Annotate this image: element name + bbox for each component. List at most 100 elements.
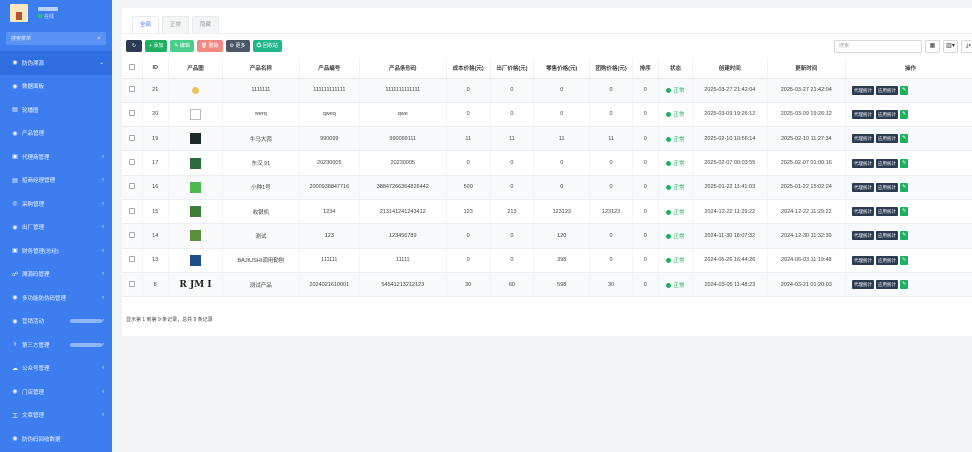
sidebar-item[interactable]: ◉ 出厂管理 ‹	[0, 216, 112, 240]
proxy-stats-button[interactable]: 代理统计	[852, 182, 875, 192]
proxy-stats-button[interactable]: 代理统计	[852, 207, 875, 217]
more-button[interactable]: ⚙ 更多	[225, 40, 250, 52]
menu-icon: ◉	[12, 436, 18, 443]
proxy-stats-button[interactable]: 代理统计	[852, 255, 875, 265]
row-checkbox[interactable]	[128, 110, 135, 117]
cell-created: 2024-11-30 18:07:32	[692, 223, 768, 249]
table-row[interactable]: 8R JM I 测试产品 2024021610001 54541213212123 30…	[122, 272, 972, 298]
row-checkbox[interactable]	[128, 256, 135, 263]
app-stats-button[interactable]: 应用统计	[876, 231, 899, 241]
app-stats-button[interactable]: 应用统计	[876, 182, 899, 192]
sidebar-item[interactable]: ☁ 公众号管理 ‹	[0, 357, 112, 381]
edit-pencil-icon[interactable]: ✎	[900, 231, 909, 241]
sidebar-item[interactable]: ⚕ 第三方管理 ‹	[0, 333, 112, 357]
cell-group: 0	[589, 78, 633, 103]
sidebar-item-label: 出厂管理	[22, 225, 45, 232]
row-checkbox[interactable]	[128, 183, 135, 190]
cell-name: werq	[222, 102, 300, 128]
cell-group: 30	[589, 272, 633, 298]
proxy-stats-button[interactable]: 代理统计	[852, 158, 875, 168]
sidebar-item[interactable]: ◉ 数据面板	[0, 75, 112, 99]
sidebar-item[interactable]: ◉ 产品管理	[0, 122, 112, 146]
refresh-button[interactable]: ↻	[126, 40, 142, 52]
select-all-header[interactable]	[122, 58, 143, 79]
sidebar-item[interactable]: ◉ 营销活动 ‹	[0, 310, 112, 334]
proxy-stats-button[interactable]: 代理统计	[852, 85, 875, 95]
cell-cost: 0	[446, 78, 491, 103]
sidebar-item[interactable]: 工文章管理 ‹	[0, 404, 112, 428]
cell-id: 8	[142, 272, 169, 298]
app-stats-button[interactable]: 应用统计	[876, 109, 899, 119]
row-actions: 代理统计 应用统计 ✎	[846, 255, 972, 265]
table-row[interactable]: 21 1111111 111111111111 1111111111111 0 0 0 0 0 正…	[122, 78, 972, 103]
sidebar-item[interactable]: ◉ 防伪溯源 ⌄	[0, 51, 112, 75]
row-checkbox[interactable]	[128, 207, 135, 214]
table-row[interactable]: 13 BAJIUSHI调用勤刨 111111 11111 0 0 398 0 0 正常 2024-0…	[122, 248, 972, 273]
tab-hidden[interactable]: 隐藏	[192, 16, 220, 33]
edit-pencil-icon[interactable]: ✎	[900, 280, 909, 290]
sidebar-item[interactable]: ☍ 溯源码管理 ‹	[0, 263, 112, 287]
cell-sort: 0	[632, 272, 659, 298]
sidebar-item[interactable]: ◉ 门店管理 ‹	[0, 380, 112, 404]
edit-pencil-icon[interactable]: ✎	[900, 182, 909, 192]
cell-updated: 2025-03-09 19:26:12	[767, 102, 847, 128]
sidebar-menu: ◉ 防伪溯源 ⌄ ◉ 数据面板 ▤ 轮播图 ◉ 产品管理 ▣ 代理商管理 ‹ ▤ 招商经理管理 ‹ ◎ 采购管理…	[0, 51, 112, 451]
edit-pencil-icon[interactable]: ✎	[900, 109, 909, 119]
columns-icon[interactable]: ▥▾	[943, 40, 958, 53]
sidebar-item[interactable]: ◉ 多功能防伪码管理 ‹	[0, 286, 112, 310]
sidebar-item[interactable]: ◉ 防伪码回收数据	[0, 427, 112, 451]
app-stats-button[interactable]: 应用统计	[876, 255, 899, 265]
grid-view-icon[interactable]: ▦	[925, 40, 940, 53]
menu-icon: ▤	[12, 177, 18, 184]
chevron-icon: ‹	[102, 153, 104, 160]
export-icon[interactable]: ⤓▾	[961, 40, 972, 53]
row-checkbox[interactable]	[128, 231, 135, 238]
edit-pencil-icon[interactable]: ✎	[900, 158, 909, 168]
app-stats-button[interactable]: 应用统计	[876, 85, 899, 95]
tab-normal[interactable]: 正常	[162, 16, 190, 33]
cell-id: 14	[142, 223, 169, 249]
row-checkbox[interactable]	[128, 280, 135, 287]
row-actions: 代理统计 应用统计 ✎	[846, 85, 972, 95]
proxy-stats-button[interactable]: 代理统计	[852, 109, 875, 119]
app-stats-button[interactable]: 应用统计	[876, 158, 899, 168]
search-icon[interactable]: ⌕	[97, 35, 101, 43]
edit-button[interactable]: ✎ 编辑	[170, 40, 194, 52]
select-all-checkbox[interactable]	[128, 63, 135, 70]
chevron-icon: ‹	[102, 365, 104, 372]
edit-pencil-icon[interactable]: ✎	[900, 134, 909, 144]
app-stats-button[interactable]: 应用统计	[876, 207, 899, 217]
sidebar-item[interactable]: ▣ 代理商管理 ‹	[0, 145, 112, 169]
row-checkbox[interactable]	[128, 159, 135, 166]
row-checkbox[interactable]	[128, 134, 135, 141]
row-checkbox[interactable]	[128, 86, 135, 93]
tab-all[interactable]: 全部	[132, 16, 160, 33]
sidebar-item[interactable]: ◎ 采购管理 ‹	[0, 192, 112, 216]
cell-retail: 11	[533, 126, 591, 152]
sidebar-item[interactable]: ▤ 招商经理管理 ‹	[0, 169, 112, 193]
column-header: 产品条形码	[359, 58, 447, 79]
app-stats-button[interactable]: 应用统计	[876, 134, 899, 144]
proxy-stats-button[interactable]: 代理统计	[852, 134, 875, 144]
edit-pencil-icon[interactable]: ✎	[900, 255, 909, 265]
sidebar-item[interactable]: ▤ 轮播图	[0, 98, 112, 122]
menu-search[interactable]: 搜索菜单 ⌕	[6, 32, 106, 45]
proxy-stats-button[interactable]: 代理统计	[852, 231, 875, 241]
proxy-stats-button[interactable]: 代理统计	[852, 280, 875, 290]
table-row[interactable]: 20 werq qweq qwe 0 0 0 0 0 正常 2025-03-09 19:26:12 2…	[122, 102, 972, 128]
table-row[interactable]: 15 收银机 1234 213141241243412 123 213 123123 1231…	[122, 199, 972, 225]
edit-pencil-icon[interactable]: ✎	[900, 207, 909, 217]
app-stats-button[interactable]: 应用统计	[876, 280, 899, 290]
table-row[interactable]: 17 东汉 91 20230005 20230005 0 0 0 0 0 正常 2025-02-07…	[122, 150, 972, 176]
table-row[interactable]: 14 测试 123 123456789 0 0 120 0 0 正常 2024-11-30 18:0…	[122, 223, 972, 249]
table-row[interactable]: 16 小种1号 2000938847716 38847266364826442 500 0…	[122, 175, 972, 200]
table-search-input[interactable]: 搜索	[834, 40, 922, 53]
table-row[interactable]: 19 牛马大蒜 990099 990099111 11 11 11 11 0 正常 2025-02-…	[122, 126, 972, 152]
recycle-bin-button[interactable]: ♻ 回收站	[252, 40, 282, 52]
status-cell: 正常	[658, 199, 694, 225]
delete-button[interactable]: 🗑 删除	[196, 40, 223, 52]
row-select-cell	[122, 150, 143, 176]
edit-pencil-icon[interactable]: ✎	[900, 85, 909, 95]
add-button[interactable]: + 添加	[145, 40, 168, 52]
sidebar-item[interactable]: ▣ 财务管理(总经) ‹	[0, 239, 112, 263]
